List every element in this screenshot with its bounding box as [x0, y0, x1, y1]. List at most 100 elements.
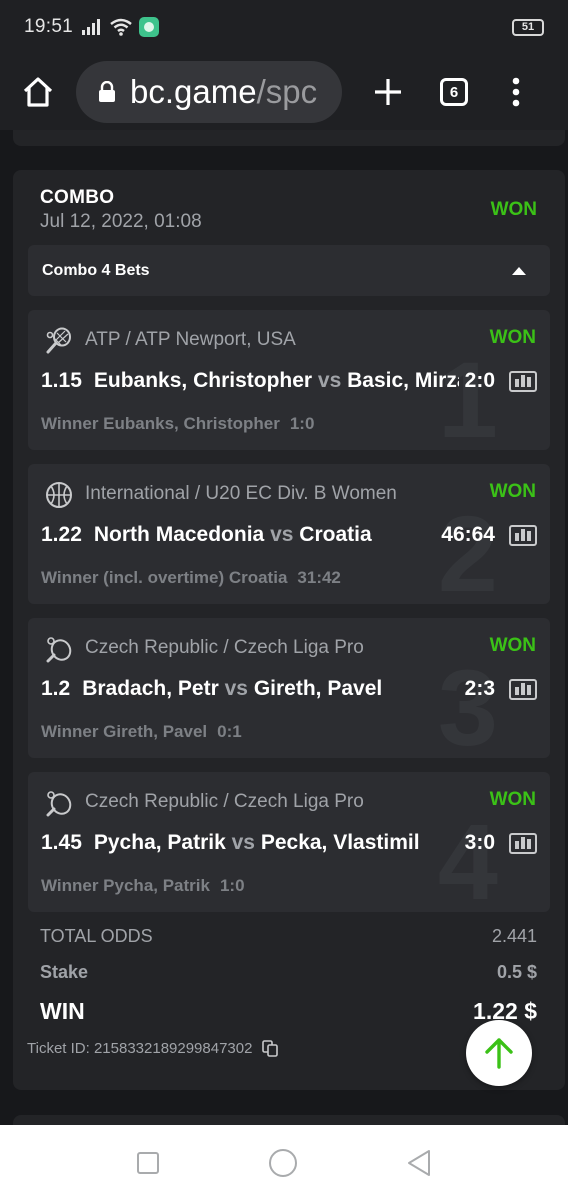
match-score: 2:0 [464, 369, 495, 392]
bet-card: COMBO Jul 12, 2022, 01:08 WON Combo 4 Be… [13, 170, 565, 1090]
combo-label: Combo 4 Bets [42, 261, 150, 279]
stats-icon[interactable] [509, 678, 537, 700]
table-tennis-icon [46, 791, 72, 817]
bet-odds: 1.15 [41, 369, 82, 392]
pick-label: Winner Gireth, Pavel [41, 722, 208, 741]
away-team: Croatia [299, 523, 372, 546]
home-circle-icon[interactable] [268, 1148, 298, 1178]
stats-icon[interactable] [509, 524, 537, 546]
combo-toggle[interactable]: Combo 4 Bets [28, 245, 550, 296]
match-row: 1.22 North Macedonia vs Croatia 46:64 [41, 521, 537, 549]
bet-status: WON [489, 789, 536, 810]
bet-item[interactable]: 4 Czech Republic / Czech Liga Pro WON 1.… [28, 772, 550, 912]
match-score: 2:3 [464, 677, 495, 700]
tab-count: 6 [449, 83, 459, 101]
bet-index: 1 [437, 339, 498, 451]
match-teams: Pycha, Patrik vs Pecka, Vlastimil [94, 831, 459, 855]
more-menu-button[interactable] [468, 77, 564, 107]
bet-pick: Winner Gireth, Pavel 0:1 [41, 722, 242, 742]
ticket-id-label: Ticket ID: 2158332189299847302 [27, 1040, 253, 1057]
wifi-icon [110, 18, 132, 36]
total-odds-value: 2.441 [491, 926, 537, 946]
match-row: 1.45 Pycha, Patrik vs Pecka, Vlastimil 3… [41, 829, 537, 857]
page-content: COMBO Jul 12, 2022, 01:08 WON Combo 4 Be… [0, 130, 568, 1125]
status-bar: 19:51 51 [0, 0, 568, 54]
stake-row: Stake 0.5 $ [40, 962, 537, 983]
signal-icon [82, 19, 101, 35]
bet-odds: 1.45 [41, 831, 82, 854]
match-row: 1.15 Eubanks, Christopher vs Basic, Mirz… [41, 367, 537, 395]
basketball-icon [46, 482, 72, 508]
pick-label: Winner Pycha, Patrik [41, 876, 210, 895]
battery-icon: 51 [512, 18, 544, 36]
home-team: Pycha, Patrik [93, 831, 226, 854]
address-bar[interactable]: bc.game/spc [76, 61, 342, 123]
next-bet-card [13, 1115, 565, 1125]
stats-icon[interactable] [509, 370, 537, 392]
bet-status: WON [489, 635, 536, 656]
league-name: Czech Republic / Czech Liga Pro [85, 791, 364, 812]
bet-index: 2 [437, 493, 498, 605]
win-label: WIN [40, 998, 85, 1024]
vs-label: vs [317, 369, 342, 392]
bet-status: WON [489, 327, 536, 348]
vs-label: vs [231, 831, 255, 854]
total-odds-row: TOTAL ODDS 2.441 [40, 926, 537, 947]
previous-bet-card [13, 130, 565, 146]
bet-item[interactable]: 3 Czech Republic / Czech Liga Pro WON 1.… [28, 618, 550, 758]
league-name: Czech Republic / Czech Liga Pro [85, 637, 364, 658]
home-icon [23, 77, 53, 107]
copy-icon[interactable] [262, 1040, 279, 1057]
system-nav-bar [0, 1125, 568, 1200]
lock-icon [99, 81, 115, 102]
new-tab-button[interactable] [342, 78, 434, 106]
vs-label: vs [270, 523, 294, 546]
table-tennis-icon [46, 637, 72, 663]
home-button[interactable] [0, 76, 76, 108]
match-score: 46:64 [441, 523, 495, 546]
bet-item[interactable]: 1 ATP / ATP Newport, USA WON 1.15 Eubank… [28, 310, 550, 450]
away-team: Gireth, Pavel [253, 677, 383, 700]
arrow-up-icon [485, 1038, 513, 1069]
pick-score: 1:0 [219, 876, 245, 895]
url-text: bc.game/spc [130, 73, 317, 111]
tennis-icon [46, 327, 71, 354]
away-team: Pecka, Vlastimil [260, 831, 420, 854]
league-name: ATP / ATP Newport, USA [85, 329, 296, 350]
home-team: Eubanks, Christopher [93, 369, 313, 392]
win-row: WIN 1.22 $ [40, 998, 537, 1025]
match-teams: North Macedonia vs Croatia [94, 523, 435, 547]
vs-label: vs [224, 677, 248, 700]
recents-square-icon[interactable] [136, 1151, 160, 1175]
home-team: Bradach, Petr [82, 677, 219, 700]
away-team: Basic, Mirza [347, 369, 459, 392]
match-row: 1.2 Bradach, Petr vs Gireth, Pavel 2:3 [41, 675, 537, 703]
scroll-to-top-button[interactable] [466, 1020, 532, 1086]
more-vert-icon [512, 77, 520, 107]
bet-card-header: COMBO Jul 12, 2022, 01:08 WON [40, 187, 537, 233]
tabs-button[interactable]: 6 [440, 78, 468, 106]
app-notification-icon [139, 17, 160, 37]
stake-label: Stake [40, 962, 89, 982]
back-triangle-icon[interactable] [406, 1149, 432, 1177]
bet-pick: Winner Pycha, Patrik 1:0 [41, 876, 245, 896]
bet-index: 4 [437, 801, 498, 913]
pick-label: Winner (incl. overtime) Croatia [41, 568, 288, 587]
match-teams: Bradach, Petr vs Gireth, Pavel [82, 677, 458, 701]
bet-date: Jul 12, 2022, 01:08 [40, 211, 202, 232]
status-icons [81, 17, 160, 37]
stats-icon[interactable] [509, 832, 537, 854]
browser-toolbar: bc.game/spc 6 [0, 54, 568, 130]
chevron-up-icon [512, 266, 526, 275]
battery-level: 51 [521, 21, 535, 33]
bet-type: COMBO [40, 187, 115, 208]
bet-status-badge: WON [490, 199, 537, 220]
match-teams: Eubanks, Christopher vs Basic, Mirza [94, 369, 459, 393]
stake-value: 0.5 $ [496, 962, 537, 982]
pick-score: 31:42 [297, 568, 341, 587]
status-time: 19:51 [24, 16, 74, 37]
url-host: bc.game [130, 73, 257, 110]
bet-item[interactable]: 2 International / U20 EC Div. B Women WO… [28, 464, 550, 604]
bet-odds: 1.22 [41, 523, 82, 546]
plus-icon [375, 79, 401, 105]
